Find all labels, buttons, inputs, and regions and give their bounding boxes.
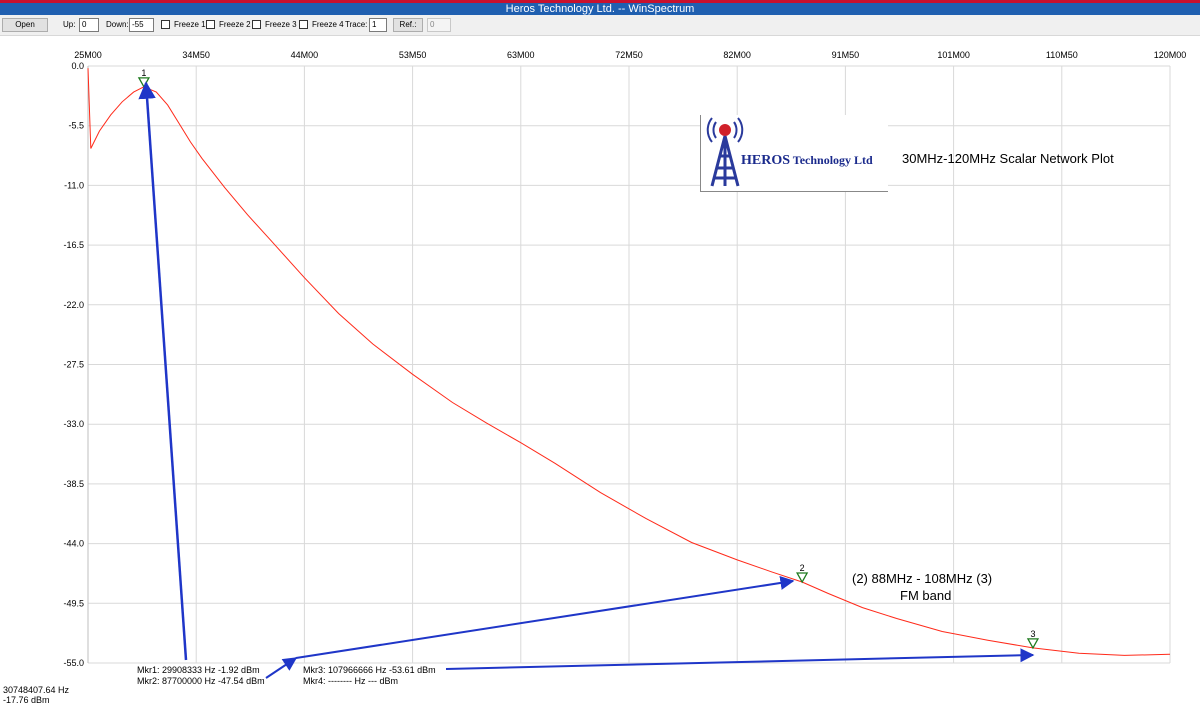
ref-input[interactable]: 0 (427, 18, 451, 32)
y-tick-label: -16.5 (63, 240, 84, 250)
marker2-readout: Mkr2: 87700000 Hz -47.54 dBm (137, 676, 265, 686)
x-tick-label: 53M50 (399, 50, 427, 60)
up-label: Up: (63, 20, 76, 29)
x-tick-label: 101M00 (937, 50, 970, 60)
marker2-arrow-lower (265, 657, 298, 679)
heros-logo: HEROS Technology Ltd (700, 115, 888, 192)
open-button[interactable]: Open (2, 18, 48, 32)
y-tick-label: -11.0 (64, 180, 84, 190)
tick-label-layer: 25M00 34M50 44M00 53M50 63M00 72M50 82M00 91M50… (63, 50, 1186, 668)
logo-text: HEROS Technology Ltd (741, 153, 873, 168)
y-tick-label: -27.5 (63, 360, 84, 370)
y-tick-label: -49.5 (63, 598, 84, 608)
x-tick-label: 25M00 (74, 50, 102, 60)
marker-3-triangle (1026, 638, 1040, 650)
antenna-tower-icon (706, 117, 744, 187)
cursor-level-readout: -17.76 dBm (3, 695, 50, 705)
fm-band-annotation-line1: (2) 88MHz - 108MHz (3) (852, 571, 993, 586)
down-input[interactable]: -55 (129, 18, 154, 32)
y-tick-label: -38.5 (63, 479, 84, 489)
marker3-readout: Mkr3: 107966666 Hz -53.61 dBm (303, 665, 436, 675)
spectrum-chart: 25M00 34M50 44M00 53M50 63M00 72M50 82M00 91M50… (63, 50, 1186, 679)
marker1-readout: Mkr1: 29908333 Hz -1.92 dBm (137, 665, 260, 675)
y-tick-label: -22.0 (63, 300, 84, 310)
x-tick-label: 120M00 (1154, 50, 1187, 60)
marker2-arrow-upper (295, 576, 795, 659)
y-tick-label: -55.0 (63, 658, 84, 668)
marker4-readout: Mkr4: -------- Hz --- dBm (303, 676, 398, 686)
x-tick-label: 110M50 (1046, 50, 1078, 60)
x-tick-label: 91M50 (832, 50, 860, 60)
trace-label: Trace: (345, 20, 368, 29)
freeze1-label: Freeze 1 (174, 20, 206, 29)
freeze1-checkbox[interactable] (161, 20, 170, 29)
up-input[interactable]: 0 (79, 18, 99, 32)
marker1-arrow (138, 81, 188, 661)
freeze4-label: Freeze 4 (312, 20, 344, 29)
trace-input[interactable]: 1 (369, 18, 387, 32)
x-tick-label: 44M00 (291, 50, 319, 60)
x-tick-label: 34M50 (182, 50, 210, 60)
y-tick-label: -33.0 (63, 419, 84, 429)
window-title: Heros Technology Ltd. -- WinSpectrum (0, 0, 1200, 15)
x-tick-label: 63M00 (507, 50, 535, 60)
y-tick-label: 0.0 (71, 61, 84, 71)
fm-band-annotation-line2: FM band (900, 588, 952, 603)
toolbar: Open Up: 0 Down: -55 Freeze 1 Freeze 2 F… (0, 15, 1200, 36)
ref-button[interactable]: Ref.: (393, 18, 423, 32)
marker-1-label: 1 (141, 68, 146, 78)
plot-title-annotation: 30MHz-120MHz Scalar Network Plot (902, 151, 1114, 166)
y-tick-label: -44.0 (63, 539, 84, 549)
freeze3-label: Freeze 3 (265, 20, 297, 29)
freeze2-checkbox[interactable] (206, 20, 215, 29)
x-tick-label: 82M00 (723, 50, 751, 60)
freeze2-label: Freeze 2 (219, 20, 251, 29)
y-tick-label: -5.5 (68, 121, 84, 131)
marker3-arrow (445, 648, 1035, 670)
marker-2-label: 2 (800, 563, 805, 573)
down-label: Down: (106, 20, 129, 29)
marker-3-label: 3 (1030, 629, 1035, 639)
freeze4-checkbox[interactable] (299, 20, 308, 29)
freeze3-checkbox[interactable] (252, 20, 261, 29)
x-tick-label: 72M50 (615, 50, 643, 60)
